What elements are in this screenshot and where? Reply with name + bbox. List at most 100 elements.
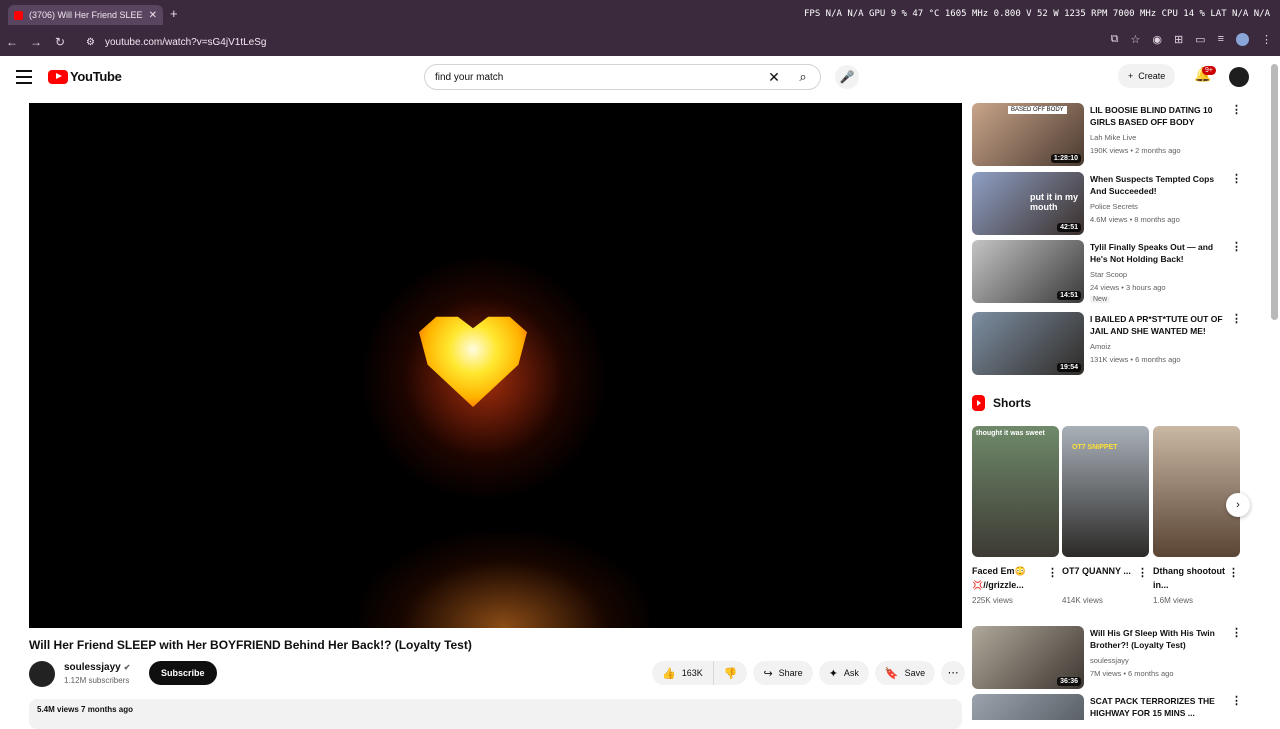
rec-item[interactable]: 14:51 Tylil Finally Speaks Out — and He'… [972,240,1242,304]
rec-channel[interactable]: Amoiz [1090,342,1111,351]
like-button[interactable]: 👍 163K [652,661,714,685]
back-icon[interactable]: ← [0,35,24,49]
short-menu-icon[interactable]: ⋮ [1228,566,1239,579]
channel-name[interactable]: soulessjayy ✔ [64,662,130,673]
rec-title[interactable]: LIL BOOSIE BLIND DATING 10 GIRLS BASED O… [1090,104,1228,128]
rec-meta: 4.6M views • 8 months ago [1090,215,1180,224]
rec-meta: 7M views • 6 months ago [1090,669,1174,678]
rec-item[interactable]: BASED OFF BODY 1:28:10 LIL BOOSIE BLIND … [972,103,1242,167]
rec-menu-icon[interactable]: ⋮ [1231,694,1242,707]
browser-menu-icon[interactable]: ⋮ [1261,33,1272,46]
rec-menu-icon[interactable]: ⋮ [1231,626,1242,639]
short-title[interactable]: Faced Em😳 💢//grizzle... [972,564,1044,592]
channel-avatar[interactable] [29,661,55,687]
rec-thumbnail[interactable]: put it in my mouth 42:51 [972,172,1084,235]
rec-title[interactable]: When Suspects Tempted Cops And Succeeded… [1090,173,1228,197]
thumb-caption: BASED OFF BODY [1008,106,1067,114]
rec-channel[interactable]: Star Scoop [1090,270,1127,279]
system-stats: FPS N/A N/A GPU 9 % 47 °C 1605 MHz 0.800… [804,9,1270,19]
rec-title[interactable]: Will His Gf Sleep With His Twin Brother?… [1090,627,1228,651]
more-actions-icon[interactable]: ⋯ [941,661,966,685]
new-tab-icon[interactable]: + [170,6,178,21]
rec-meta: 131K views • 6 months ago [1090,355,1181,364]
verified-icon: ✔ [123,663,131,672]
short-thumbnail[interactable]: thought it was sweet [972,426,1059,557]
reload-icon[interactable]: ↻ [48,35,72,49]
short-views: 1.6M views [1153,596,1194,605]
sparkle-icon: ✦ [828,667,838,680]
install-app-icon[interactable]: ⧉ [1111,33,1119,46]
rec-title[interactable]: I BAILED A PR*ST*TUTE OUT OF JAIL AND SH… [1090,313,1228,337]
microphone-icon[interactable]: 🎤 [835,65,859,89]
rec-item[interactable]: 36:36 Will His Gf Sleep With His Twin Br… [972,626,1242,690]
rec-title[interactable]: Tylil Finally Speaks Out — and He's Not … [1090,241,1228,265]
short-thumbnail[interactable]: OT7 SNIPPET [1062,426,1149,557]
shorts-next-icon[interactable]: › [1226,493,1250,517]
video-title: Will Her Friend SLEEP with Her BOYFRIEND… [29,638,472,652]
rec-channel[interactable]: Lah Mike Live [1090,133,1136,142]
rec-title[interactable]: SCAT PACK TERRORIZES THE HIGHWAY FOR 15 … [1090,695,1228,719]
rec-channel[interactable]: Police Secrets [1090,202,1138,211]
short-thumbnail[interactable] [1153,426,1240,557]
rec-menu-icon[interactable]: ⋮ [1231,312,1242,325]
short-menu-icon[interactable]: ⋮ [1137,566,1148,579]
tab-close-icon[interactable]: ✕ [149,10,157,21]
description-box[interactable]: 5.4M views 7 months ago [29,699,962,729]
shorts-logo-icon [972,395,985,411]
rec-thumbnail[interactable]: BASED OFF BODY 1:28:10 [972,103,1084,166]
extensions-puzzle-icon[interactable]: ⊞ [1174,33,1183,46]
dislike-button[interactable]: 👎 [713,661,748,685]
browser-tab[interactable]: (3706) Will Her Friend SLEE ✕ [8,5,163,25]
short-menu-icon[interactable]: ⋮ [1047,566,1058,579]
rec-menu-icon[interactable]: ⋮ [1231,240,1242,253]
extension-icon[interactable]: ◉ [1152,33,1162,46]
search-icon[interactable]: ⌕ [786,69,820,85]
new-badge: New [1090,296,1111,303]
site-info-icon[interactable]: ⚙ [86,37,95,48]
search-input[interactable]: find your match [435,72,762,83]
create-button[interactable]: + Create [1118,64,1176,88]
rec-channel[interactable]: soulessjayy [1090,656,1129,665]
bookmark-star-icon[interactable]: ☆ [1130,33,1140,46]
rec-menu-icon[interactable]: ⋮ [1231,103,1242,116]
menu-icon[interactable] [16,70,32,88]
youtube-masthead: YouTube find your match ✕ ⌕ 🎤 + Create 🔔… [0,56,1280,100]
duration-badge: 42:51 [1057,223,1081,232]
rec-item[interactable]: put it in my mouth 42:51 When Suspects T… [972,172,1242,236]
share-button[interactable]: ↪ Share [753,661,813,685]
rec-menu-icon[interactable]: ⋮ [1231,172,1242,185]
rec-thumbnail[interactable]: 19:54 [972,312,1084,375]
short-item[interactable]: Dthang shootout in... ⋮ 1.6M views [1153,426,1240,605]
youtube-favicon-icon [14,10,23,20]
rec-thumbnail[interactable] [972,694,1084,720]
short-title[interactable]: Dthang shootout in... [1153,564,1225,592]
reading-list-icon[interactable]: ≡ [1218,33,1224,46]
toolbar-icons: ⧉ ☆ ◉ ⊞ ▭ ≡ ⋮ [1111,33,1272,46]
subscribe-button[interactable]: Subscribe [149,661,217,685]
save-button[interactable]: 🔖 Save [874,661,936,685]
youtube-play-icon [48,69,68,84]
rec-thumbnail[interactable]: 36:36 [972,626,1084,689]
profile-avatar[interactable] [1236,33,1249,46]
page-scrollbar[interactable] [1271,64,1278,320]
video-player[interactable] [29,103,962,628]
short-views: 414K views [1062,596,1103,605]
address-bar[interactable]: ⚙ youtube.com/watch?v=sG4jV1tLeSg [80,32,1110,52]
rec-item[interactable]: 19:54 I BAILED A PR*ST*TUTE OUT OF JAIL … [972,312,1242,376]
duration-badge: 1:28:10 [1050,154,1081,163]
short-item[interactable]: OT7 SNIPPET OT7 QUANNY ... ⋮ 414K views [1062,426,1149,605]
forward-icon[interactable]: → [24,35,48,49]
account-avatar[interactable] [1229,67,1249,87]
short-title[interactable]: OT7 QUANNY ... [1062,564,1134,592]
shorts-heading: Shorts [972,395,1031,411]
clear-search-icon[interactable]: ✕ [762,69,786,86]
short-item[interactable]: thought it was sweet Faced Em😳 💢//grizzl… [972,426,1059,605]
rec-item[interactable]: SCAT PACK TERRORIZES THE HIGHWAY FOR 15 … [972,694,1242,720]
tab-search-icon[interactable]: ▭ [1195,33,1205,46]
rec-thumbnail[interactable]: 14:51 [972,240,1084,303]
youtube-logo[interactable]: YouTube [48,69,122,84]
ask-button[interactable]: ✦ Ask [818,661,869,685]
share-label: Share [778,668,803,678]
search-box[interactable]: find your match ✕ ⌕ [424,64,821,90]
notification-badge: 9+ [1202,66,1216,75]
